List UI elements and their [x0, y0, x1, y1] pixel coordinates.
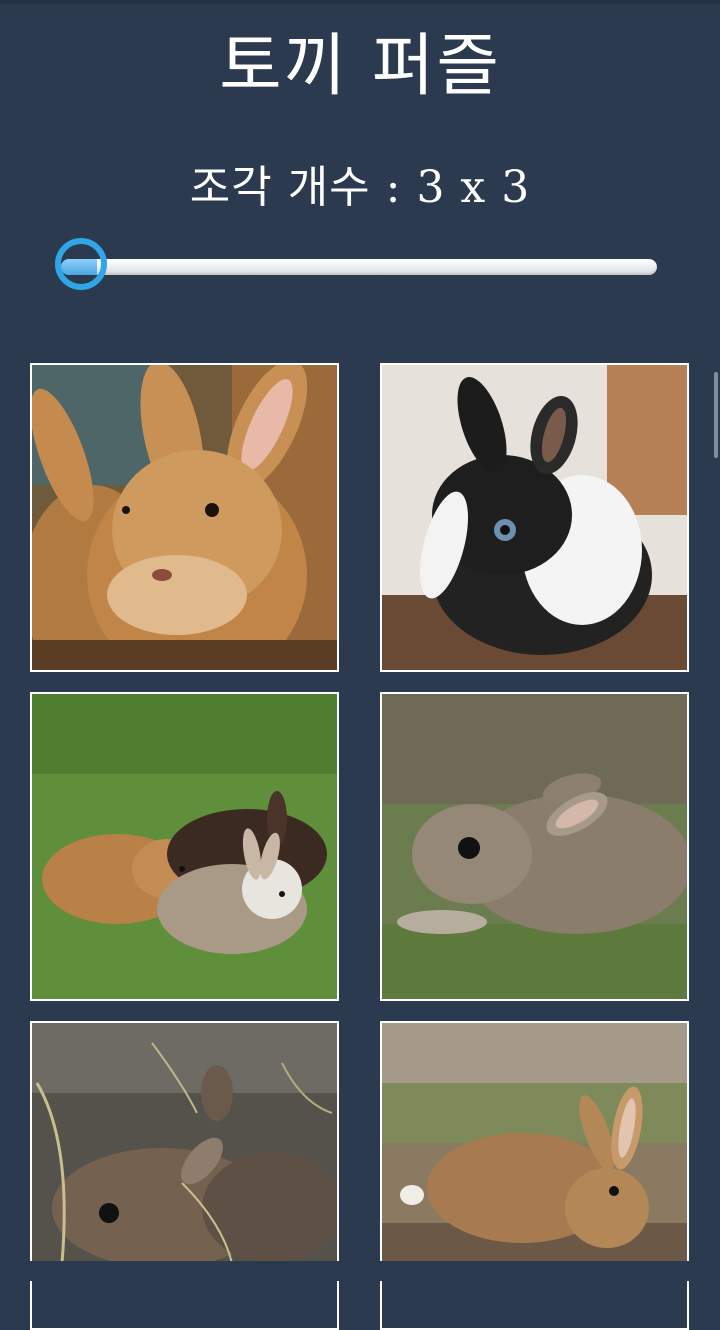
slider-thumb[interactable]: [55, 238, 107, 290]
rabbit-image-3: [32, 694, 337, 999]
rabbit-image-1: [32, 365, 337, 670]
rabbit-image-6: [382, 1023, 687, 1263]
status-bar-strip: [0, 0, 720, 4]
piece-count-slider[interactable]: [55, 238, 659, 298]
puzzle-image-4[interactable]: [380, 692, 689, 1001]
bottom-bar: [0, 1261, 720, 1281]
puzzle-image-6[interactable]: [380, 1021, 689, 1330]
piece-count-label: 조각 개수 : 3 x 3: [189, 162, 531, 213]
puzzle-image-5[interactable]: [30, 1021, 339, 1330]
puzzle-image-1[interactable]: [30, 363, 339, 672]
rabbit-image-4: [382, 694, 687, 999]
rabbit-image-5: [32, 1023, 337, 1263]
puzzle-image-3[interactable]: [30, 692, 339, 1001]
page-title: 토끼 퍼즐: [219, 27, 501, 106]
slider-track[interactable]: [61, 259, 657, 275]
rabbit-image-2: [382, 365, 687, 670]
puzzle-image-2[interactable]: [380, 363, 689, 672]
scroll-indicator[interactable]: [714, 372, 718, 458]
